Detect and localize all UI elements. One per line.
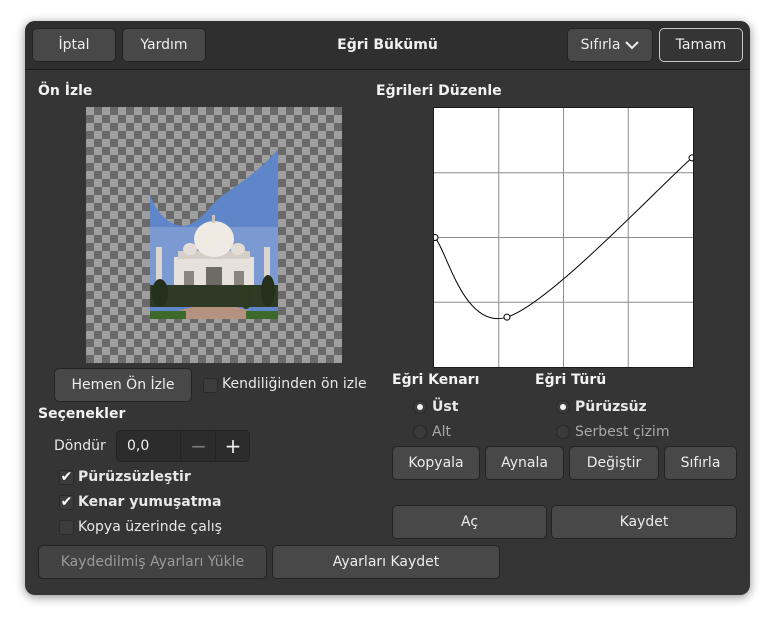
save-button[interactable]: Kaydet bbox=[551, 505, 737, 539]
dialog-title: Eğri Bükümü bbox=[337, 37, 438, 53]
save-settings-label: Ayarları Kaydet bbox=[332, 554, 440, 570]
type-smooth-label[interactable]: Pürüzsüz bbox=[575, 399, 647, 415]
preview-heading: Ön İzle bbox=[38, 83, 93, 99]
reset-dropdown-button[interactable]: Sıfırla bbox=[567, 28, 653, 62]
preview-canvas bbox=[86, 107, 342, 363]
help-button[interactable]: Yardım bbox=[122, 28, 206, 62]
edge-upper-radio[interactable] bbox=[413, 400, 427, 414]
edge-upper-label[interactable]: Üst bbox=[432, 399, 458, 415]
help-label: Yardım bbox=[140, 37, 188, 53]
reset-label: Sıfırla bbox=[580, 37, 621, 53]
copy-label: Kopyala bbox=[408, 455, 464, 471]
edge-lower-radio[interactable] bbox=[413, 425, 427, 439]
auto-preview-checkbox[interactable] bbox=[203, 378, 218, 393]
curve-reset-label: Sıfırla bbox=[680, 455, 721, 471]
type-free-radio[interactable] bbox=[556, 425, 570, 439]
plus-icon[interactable]: + bbox=[215, 431, 250, 461]
check-icon: ✔ bbox=[60, 494, 73, 510]
type-heading: Eğri Türü bbox=[535, 372, 607, 388]
type-free-label[interactable]: Serbest çizim bbox=[575, 424, 669, 440]
preview-image bbox=[150, 149, 278, 319]
chevron-down-icon bbox=[625, 41, 640, 50]
curve-reset-button[interactable]: Sıfırla bbox=[664, 446, 737, 480]
rotate-value[interactable]: 0,0 bbox=[127, 438, 149, 454]
curve-graph[interactable] bbox=[434, 108, 693, 367]
auto-preview-label[interactable]: Kendiliğinden ön izle bbox=[222, 376, 367, 392]
preview-now-button[interactable]: Hemen Ön İzle bbox=[54, 368, 192, 402]
options-heading: Seçenekler bbox=[38, 406, 126, 422]
cancel-button[interactable]: İptal bbox=[32, 28, 116, 62]
load-settings-button[interactable]: Kaydedilmiş Ayarları Yükle bbox=[38, 545, 267, 579]
preview-now-label: Hemen Ön İzle bbox=[71, 377, 175, 393]
type-smooth-radio[interactable] bbox=[556, 400, 570, 414]
rotate-label: Döndür bbox=[54, 438, 106, 454]
ok-button[interactable]: Tamam bbox=[659, 28, 743, 62]
work-on-copy-checkbox[interactable] bbox=[59, 520, 74, 535]
curve-control-point[interactable] bbox=[503, 313, 511, 321]
swap-button[interactable]: Değiştir bbox=[569, 446, 659, 480]
curves-heading: Eğrileri Düzenle bbox=[376, 83, 502, 99]
copy-button[interactable]: Kopyala bbox=[392, 446, 480, 480]
smoothing-label[interactable]: Pürüzsüzleştir bbox=[78, 469, 191, 485]
edge-heading: Eğri Kenarı bbox=[392, 372, 480, 388]
open-label: Aç bbox=[460, 514, 479, 530]
load-settings-label: Kaydedilmiş Ayarları Yükle bbox=[60, 554, 245, 570]
work-on-copy-label[interactable]: Kopya üzerinde çalış bbox=[78, 519, 222, 535]
cancel-label: İptal bbox=[58, 37, 90, 53]
save-settings-button[interactable]: Ayarları Kaydet bbox=[272, 545, 500, 579]
rotate-spinbutton[interactable]: 0,0 − + bbox=[116, 430, 250, 462]
check-icon: ✔ bbox=[60, 469, 73, 485]
mirror-label: Aynala bbox=[501, 455, 548, 471]
swap-label: Değiştir bbox=[586, 455, 642, 471]
curve-editor[interactable] bbox=[433, 107, 694, 368]
open-button[interactable]: Aç bbox=[392, 505, 547, 539]
curve-control-point[interactable] bbox=[688, 154, 693, 162]
save-label: Kaydet bbox=[619, 514, 669, 530]
header-bar: İptal Yardım Eğri Bükümü Sıfırla Tamam bbox=[25, 21, 750, 70]
ok-label: Tamam bbox=[675, 37, 727, 53]
curve-control-point[interactable] bbox=[434, 234, 439, 241]
minus-icon[interactable]: − bbox=[180, 431, 216, 461]
edge-lower-label[interactable]: Alt bbox=[432, 424, 451, 440]
curve-bend-dialog: İptal Yardım Eğri Bükümü Sıfırla Tamam Ö… bbox=[25, 21, 750, 595]
antialias-label[interactable]: Kenar yumuşatma bbox=[78, 494, 221, 510]
mirror-button[interactable]: Aynala bbox=[485, 446, 564, 480]
